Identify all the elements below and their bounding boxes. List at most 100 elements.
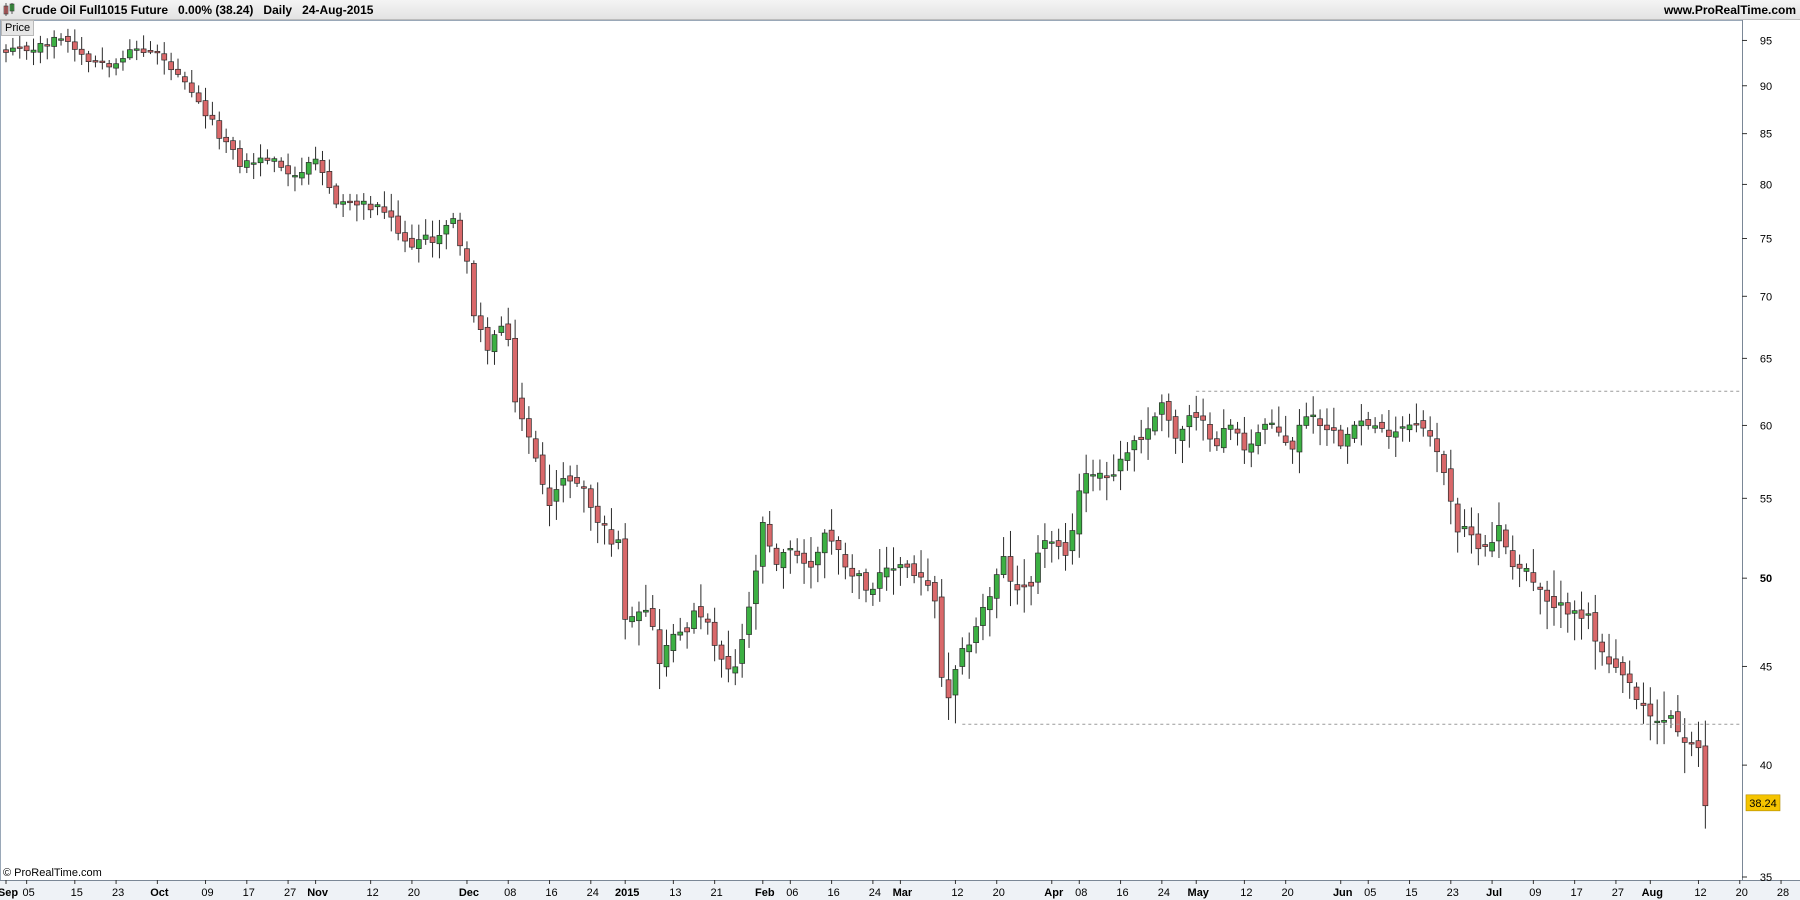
- candle-down: [140, 48, 147, 53]
- candle-down: [931, 582, 938, 602]
- candle-up: [691, 610, 697, 629]
- x-tick-label: 08: [504, 887, 516, 899]
- candle-down: [1530, 572, 1537, 583]
- candle-down: [1165, 401, 1172, 421]
- last-price-label: 38.24: [1749, 798, 1777, 810]
- grid-layer: [0, 20, 1800, 900]
- candle-up: [133, 48, 140, 51]
- candle-up: [1358, 420, 1365, 427]
- candle-up: [312, 158, 319, 165]
- candle-up: [1227, 424, 1234, 430]
- candle-up: [450, 218, 457, 224]
- candle-down: [704, 618, 711, 623]
- x-tick-label: 27: [284, 887, 296, 899]
- price-panel-tab[interactable]: Price: [1, 20, 35, 36]
- candle-down: [354, 200, 360, 206]
- candle-up: [642, 609, 649, 613]
- x-tick-label: 16: [545, 887, 557, 899]
- candle-down: [470, 263, 477, 317]
- x-tick-label: 20: [1282, 887, 1294, 899]
- candle-down: [1028, 581, 1034, 587]
- candle-up: [271, 158, 278, 162]
- candle-down: [808, 560, 814, 568]
- candle-down: [106, 63, 113, 68]
- candle-down: [711, 621, 718, 646]
- x-tick-label: 08: [1075, 887, 1087, 899]
- candle-down: [237, 148, 243, 167]
- candle-up: [1310, 414, 1317, 418]
- candle-down: [381, 206, 388, 213]
- x-tick-label: May: [1188, 887, 1210, 899]
- candle-up: [1090, 474, 1096, 477]
- price-chart[interactable]: 35 40 45 50 55 60 65 70 75 80 85 90 95 38.24 Sep 05 15 2…: [0, 0, 1800, 900]
- candle-up: [876, 572, 883, 589]
- candle-down: [1386, 429, 1392, 437]
- candle-down: [457, 219, 463, 247]
- candle-up: [491, 334, 498, 353]
- candle-down: [1633, 686, 1640, 700]
- candle-down: [78, 48, 85, 55]
- x-tick-label: 17: [1571, 887, 1583, 899]
- y-tick-label: 40: [1760, 760, 1772, 772]
- candle-down: [1365, 419, 1372, 426]
- candle-down: [1427, 430, 1434, 437]
- title-bar: Crude Oil Full1015 Future 0.00% (38.24) …: [0, 0, 1800, 20]
- y-tick-label: 75: [1760, 233, 1772, 245]
- x-tick-label: 28: [1777, 887, 1789, 899]
- candle-up: [292, 175, 298, 178]
- candle-down: [1193, 412, 1200, 418]
- candle-up: [670, 633, 677, 651]
- x-tick-label: 23: [112, 887, 124, 899]
- candle-up: [986, 596, 993, 611]
- candle-up: [553, 489, 560, 502]
- candle-down: [1021, 584, 1028, 588]
- candles-layer: [3, 28, 1709, 829]
- candle-down: [505, 323, 512, 340]
- candle-down: [1441, 454, 1447, 473]
- candle-up: [1083, 473, 1090, 494]
- candle-down: [1647, 703, 1654, 717]
- candle-down: [1241, 432, 1248, 451]
- candle-down: [278, 160, 285, 168]
- candle-down: [319, 160, 326, 173]
- candle-down: [1214, 438, 1220, 447]
- x-tick-label: Feb: [755, 887, 775, 899]
- candle-down: [1537, 586, 1544, 590]
- candle-down: [402, 232, 408, 242]
- candle-down: [1317, 418, 1323, 427]
- candle-up: [1145, 428, 1151, 440]
- candle-up: [1000, 556, 1007, 575]
- candle-down: [1502, 529, 1509, 548]
- candle-down: [1379, 421, 1385, 429]
- chart-window: 35 40 45 50 55 60 65 70 75 80 85 90 95 38.24 Sep 05 15 2…: [0, 0, 1800, 900]
- candle-up: [1654, 720, 1661, 724]
- candle-down: [216, 120, 223, 139]
- candle-down: [526, 418, 532, 438]
- candle-up: [374, 204, 381, 208]
- candle-down: [175, 68, 181, 75]
- candle-down: [188, 82, 195, 93]
- candle-down: [532, 438, 539, 459]
- y-tick-label: 80: [1760, 179, 1772, 191]
- x-tick-label: Sep: [0, 887, 18, 899]
- candle-down: [1337, 429, 1344, 447]
- candle-down: [1207, 424, 1213, 440]
- x-tick-label: 17: [243, 887, 255, 899]
- x-tick-label: 09: [1529, 887, 1541, 899]
- candle-up: [814, 551, 821, 566]
- candle-down: [388, 210, 395, 218]
- candle-up: [1097, 472, 1103, 479]
- x-tick-label: 16: [827, 887, 839, 899]
- website-link[interactable]: www.ProRealTime.com: [1664, 3, 1796, 17]
- candle-down: [409, 237, 415, 248]
- candle-up: [1179, 428, 1186, 441]
- x-tick-label: 05: [1364, 887, 1376, 899]
- candle-up: [629, 616, 635, 623]
- candle-down: [367, 203, 374, 211]
- candle-down: [622, 538, 629, 620]
- candle-down: [44, 44, 51, 47]
- candle-down: [1468, 526, 1475, 536]
- candle-down: [1578, 609, 1585, 619]
- candle-up: [1110, 474, 1117, 477]
- candle-up: [1461, 526, 1468, 530]
